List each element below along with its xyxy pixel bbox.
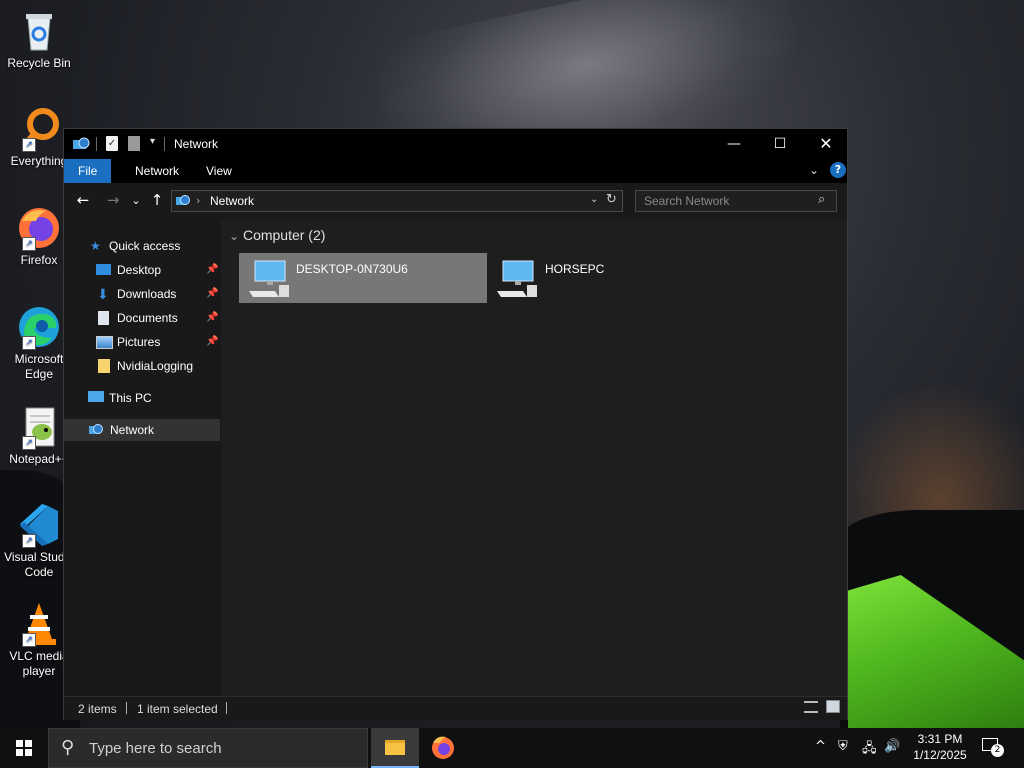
taskbar: ⚲ Type here to search ^ ⛨ 🖧 🔊 3:31 PM 1/… (0, 728, 1024, 768)
recent-locations-button[interactable]: ⌄ (126, 194, 146, 207)
star-icon: ★ (90, 239, 101, 253)
search-input[interactable]: Search Network ⌕ (635, 190, 837, 212)
nav-item-desktop[interactable]: Desktop 📌 (96, 259, 218, 281)
edge-icon: ↗ (16, 304, 62, 350)
ribbon: File Network View ⌄ ? (64, 159, 847, 183)
status-bar: 2 items 1 item selected (64, 696, 847, 720)
clock[interactable]: 3:31 PM 1/12/2025 (905, 731, 975, 763)
search-icon: ⌕ (818, 192, 826, 207)
refresh-icon[interactable]: ↻ (606, 192, 617, 207)
navigation-pane: ★ Quick access Desktop 📌 ⬇ Downloads 📌 D… (64, 219, 220, 696)
nav-item-pictures[interactable]: Pictures 📌 (96, 331, 218, 353)
shortcut-arrow-icon: ↗ (22, 237, 36, 251)
everything-icon: ↗ (16, 106, 62, 152)
firefox-icon: ↗ (16, 205, 62, 251)
file-explorer-icon (385, 740, 405, 755)
qat-separator (96, 137, 97, 151)
group-header[interactable]: ⌄ Computer (2) (229, 227, 325, 243)
taskbar-search-input[interactable]: ⚲ Type here to search (48, 728, 368, 768)
shortcut-arrow-icon: ↗ (22, 336, 36, 350)
status-separator (126, 702, 127, 714)
pin-icon[interactable]: 📌 (206, 259, 218, 281)
properties-icon[interactable]: ✓ (106, 136, 118, 151)
nav-item-downloads[interactable]: ⬇ Downloads 📌 (96, 283, 218, 305)
large-icons-view-icon[interactable] (826, 700, 840, 713)
download-arrow-icon: ⬇ (97, 286, 109, 302)
shortcut-arrow-icon: ↗ (22, 633, 36, 647)
details-view-icon[interactable] (804, 701, 818, 713)
computer-icon (88, 391, 104, 402)
pin-icon[interactable]: 📌 (206, 283, 218, 305)
file-explorer-window: ✓ ▾ Network — ☐ ✕ File Network View ⌄ ? … (63, 128, 848, 720)
recycle-bin-icon (16, 8, 62, 54)
pin-icon[interactable]: 📌 (206, 331, 218, 353)
up-button[interactable]: ↑ (147, 191, 167, 209)
start-button[interactable] (0, 728, 48, 768)
nav-item-documents[interactable]: Documents 📌 (96, 307, 218, 329)
computer-icon (249, 257, 291, 302)
breadcrumb-chevron-icon[interactable]: › (196, 194, 200, 207)
taskbar-firefox[interactable] (419, 728, 467, 768)
notification-badge: 2 (991, 744, 1004, 757)
window-title: Network (174, 137, 219, 151)
tab-view[interactable]: View (192, 159, 246, 183)
shortcut-arrow-icon: ↗ (22, 436, 36, 450)
windows-logo-icon (16, 740, 32, 756)
selection-count: 1 item selected (137, 702, 218, 716)
qat-separator-2 (164, 137, 165, 151)
network-computer-item[interactable]: HORSEPC (493, 253, 741, 303)
notification-center-button[interactable]: 2 (982, 738, 1004, 757)
desktop-icon-recycle-bin[interactable]: Recycle Bin (4, 8, 74, 71)
address-row: ← → ⌄ ↑ › Network ⌄ ↻ Search Network ⌕ (64, 183, 847, 219)
maximize-button[interactable]: ☐ (757, 129, 803, 159)
shortcut-arrow-icon: ↗ (22, 534, 36, 548)
nav-quick-access[interactable]: ★ Quick access (90, 235, 218, 257)
item-count: 2 items (78, 702, 117, 716)
tab-file[interactable]: File (64, 159, 112, 183)
address-dropdown-icon[interactable]: ⌄ (590, 194, 598, 205)
expand-ribbon-icon[interactable]: ⌄ (809, 163, 819, 177)
vscode-icon: ↗ (16, 502, 62, 548)
folder-icon (98, 359, 110, 373)
search-icon: ⚲ (61, 737, 75, 758)
address-bar[interactable]: › Network ⌄ ↻ (171, 190, 623, 212)
notepadpp-icon: ↗ (16, 404, 62, 450)
volume-icon[interactable]: 🔊 (884, 739, 900, 754)
nav-item-nvidialogging[interactable]: NvidiaLogging (96, 355, 218, 377)
security-tray-icon[interactable]: ⛨ (838, 739, 848, 754)
taskbar-file-explorer[interactable] (371, 728, 419, 768)
close-button[interactable]: ✕ (803, 129, 849, 159)
network-icon (88, 422, 104, 445)
pictures-icon (96, 336, 113, 349)
chevron-down-icon: ⌄ (229, 229, 240, 243)
customize-qat-icon[interactable]: ▾ (150, 136, 155, 147)
desktop-folder-icon (96, 264, 111, 275)
tab-network[interactable]: Network (121, 159, 193, 183)
computer-icon (497, 257, 539, 302)
pin-icon[interactable]: 📌 (206, 307, 218, 329)
breadcrumb[interactable]: Network (210, 194, 254, 208)
nav-this-pc[interactable]: This PC (88, 387, 218, 409)
title-bar[interactable]: ✓ ▾ Network — ☐ ✕ (64, 129, 847, 159)
shortcut-arrow-icon: ↗ (22, 138, 36, 152)
forward-button[interactable]: → (103, 191, 123, 209)
help-icon[interactable]: ? (830, 162, 846, 178)
new-folder-icon[interactable] (128, 136, 140, 151)
documents-icon (98, 311, 109, 325)
nav-network[interactable]: Network (64, 419, 220, 441)
network-icon (72, 135, 90, 156)
minimize-button[interactable]: — (711, 129, 757, 159)
content-pane: ⌄ Computer (2) DESKTOP-0N730U6 HORSEPC (221, 219, 847, 696)
network-computer-item[interactable]: DESKTOP-0N730U6 (239, 253, 487, 303)
show-hidden-icons-button[interactable]: ^ (815, 739, 826, 754)
back-button[interactable]: ← (73, 191, 93, 209)
vlc-icon: ↗ (16, 601, 62, 647)
network-tray-icon[interactable]: 🖧 (862, 739, 877, 761)
status-separator (226, 702, 227, 714)
network-icon (175, 193, 191, 212)
firefox-icon (432, 736, 454, 759)
